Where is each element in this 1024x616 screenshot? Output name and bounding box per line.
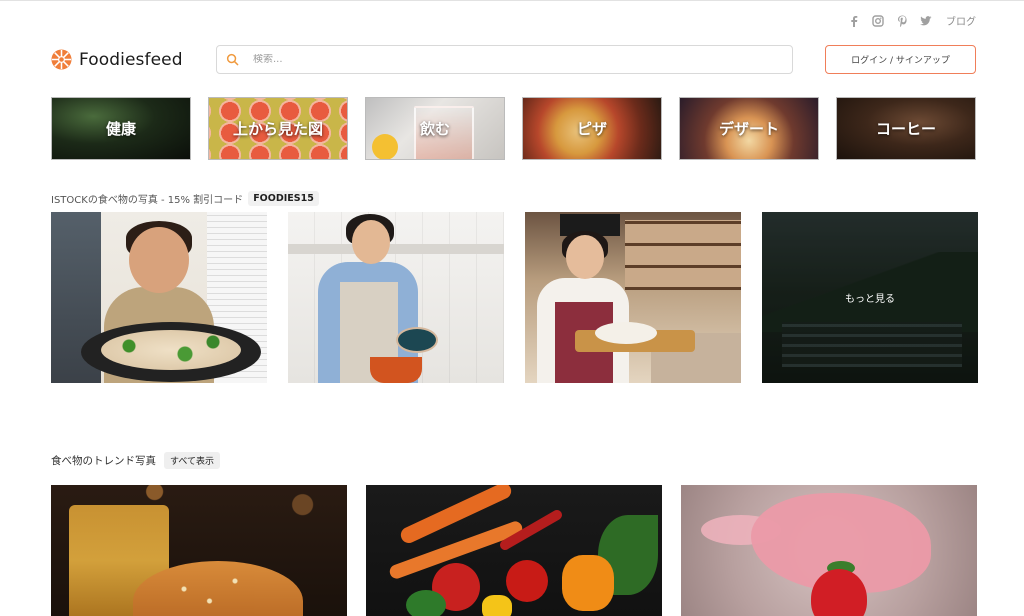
social-links: ブログ (848, 13, 976, 28)
photo-detail (566, 235, 604, 279)
pinterest-icon[interactable] (896, 15, 908, 27)
photo-card[interactable] (681, 485, 977, 616)
photo-detail (129, 227, 189, 293)
discount-code-badge[interactable]: FOODIES15 (248, 191, 319, 206)
photo-detail (370, 357, 422, 383)
more-label: もっと見る (845, 294, 895, 305)
category-health[interactable]: 健康 (51, 97, 191, 160)
photo-detail (506, 560, 548, 602)
search-icon (226, 53, 239, 66)
istock-photo-row: もっと見る (51, 212, 978, 383)
photo-detail (396, 327, 438, 353)
more-photos-card[interactable]: もっと見る (762, 212, 978, 383)
istock-promo-text: ISTOCKの食べ物の写真 - 15% 割引コード (51, 195, 244, 206)
photo-card[interactable] (525, 212, 741, 383)
category-label: 上から見た図 (232, 120, 323, 138)
brand-name: Foodiesfeed (79, 49, 183, 70)
photo-card[interactable] (51, 485, 347, 616)
category-label: 健康 (105, 120, 136, 138)
login-signup-button[interactable]: ログイン / サインアップ (825, 45, 976, 74)
photo-detail (288, 244, 504, 254)
category-label: デザート (718, 120, 779, 138)
photo-detail (406, 590, 446, 616)
foodiesfeed-logo-icon (51, 49, 72, 70)
category-drink[interactable]: 飲む (365, 97, 505, 160)
top-divider (0, 0, 1024, 1)
photo-detail (352, 220, 390, 264)
show-all-button[interactable]: すべて表示 (164, 452, 221, 469)
instagram-icon[interactable] (872, 14, 884, 27)
category-dessert[interactable]: デザート (679, 97, 819, 160)
category-pizza[interactable]: ピザ (522, 97, 662, 160)
lemon-shape (372, 134, 398, 159)
photo-detail (625, 220, 741, 290)
category-label: ピザ (576, 120, 607, 138)
photo-card[interactable] (288, 212, 504, 383)
istock-promo: ISTOCKの食べ物の写真 - 15% 割引コード FOODIES15 (51, 191, 319, 206)
more-overlay: もっと見る (762, 212, 978, 383)
logo[interactable]: Foodiesfeed (51, 49, 183, 70)
trending-photo-row (51, 485, 977, 616)
trending-title: 食べ物のトレンド写真 (51, 455, 156, 467)
category-label: コーヒー (875, 120, 936, 138)
photo-card[interactable] (366, 485, 662, 616)
photo-detail (482, 595, 512, 616)
trending-header: 食べ物のトレンド写真 すべて表示 (51, 452, 221, 469)
photo-detail (562, 555, 614, 611)
category-strip: 健康 上から見た図 飲む ピザ デザート コーヒー (51, 97, 976, 160)
category-top-down[interactable]: 上から見た図 (208, 97, 348, 160)
twitter-icon[interactable] (920, 15, 932, 27)
photo-detail (101, 330, 241, 370)
search-input[interactable] (253, 54, 792, 65)
category-label: 飲む (419, 120, 450, 138)
photo-card[interactable] (51, 212, 267, 383)
facebook-icon[interactable] (848, 15, 860, 27)
search-bar[interactable] (216, 45, 793, 74)
category-coffee[interactable]: コーヒー (836, 97, 976, 160)
blog-link[interactable]: ブログ (946, 13, 976, 28)
photo-detail (595, 322, 657, 344)
